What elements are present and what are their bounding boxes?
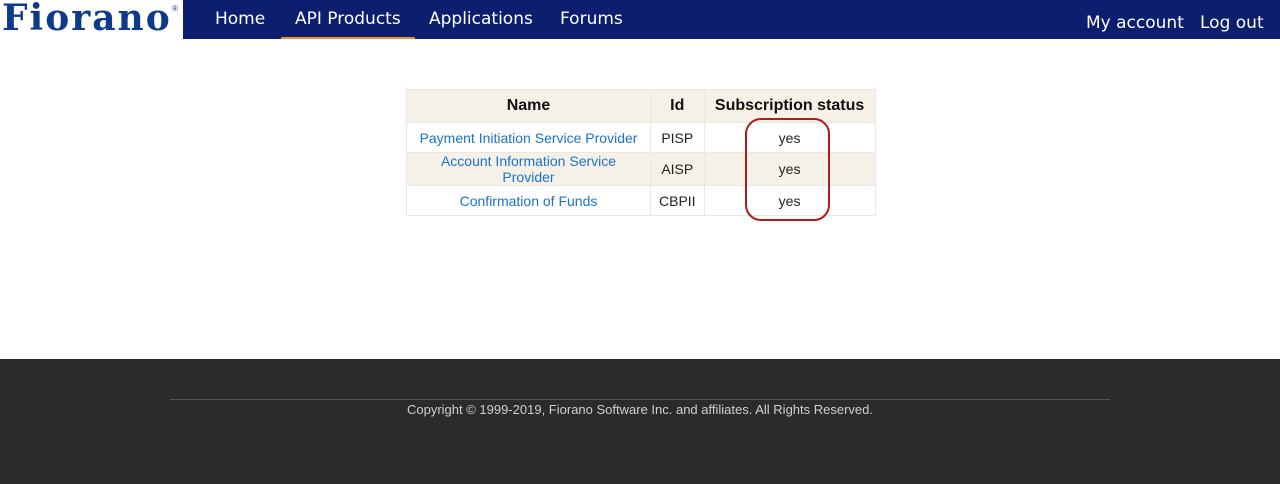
logout-link[interactable]: Log out xyxy=(1200,4,1264,43)
product-name-cell: Payment Initiation Service Provider xyxy=(406,122,651,153)
table-row: Account Information Service Provider AIS… xyxy=(406,152,876,186)
logo[interactable]: Fiorano ® xyxy=(0,0,183,39)
nav-api-products[interactable]: API Products xyxy=(281,0,415,39)
header-id: Id xyxy=(650,89,705,123)
logo-text: Fiorano xyxy=(2,0,172,39)
footer-divider xyxy=(170,399,1110,400)
my-account-link[interactable]: My account xyxy=(1086,4,1184,43)
product-link[interactable]: Account Information Service Provider xyxy=(441,153,616,185)
subscription-status-cell: yes xyxy=(703,185,876,216)
product-id-cell: CBPII xyxy=(650,185,705,216)
product-link[interactable]: Confirmation of Funds xyxy=(460,193,598,209)
table-row: Payment Initiation Service Provider PISP… xyxy=(406,122,876,153)
product-link[interactable]: Payment Initiation Service Provider xyxy=(420,130,638,146)
header-name: Name xyxy=(406,89,651,123)
nav-forums[interactable]: Forums xyxy=(560,0,623,39)
subscription-status-cell: yes xyxy=(703,122,876,153)
top-nav-bar: Fiorano ® Home API Products Applications… xyxy=(0,0,1280,39)
table-header-row: Name Id Subscription status xyxy=(406,89,876,123)
registered-mark: ® xyxy=(172,4,178,13)
table-row: Confirmation of Funds CBPII yes xyxy=(406,185,876,216)
product-name-cell: Account Information Service Provider xyxy=(406,152,651,186)
nav-home[interactable]: Home xyxy=(215,0,265,39)
product-name-cell: Confirmation of Funds xyxy=(406,185,651,216)
copyright-text: Copyright © 1999-2019, Fiorano Software … xyxy=(406,402,874,417)
subscription-status-cell: yes xyxy=(703,152,876,186)
api-products-table: Name Id Subscription status Payment Init… xyxy=(406,89,876,216)
footer: Copyright © 1999-2019, Fiorano Software … xyxy=(0,359,1280,484)
product-id-cell: AISP xyxy=(650,152,705,186)
nav-applications[interactable]: Applications xyxy=(429,0,533,39)
product-id-cell: PISP xyxy=(650,122,705,153)
header-subscription-status: Subscription status xyxy=(703,89,876,123)
